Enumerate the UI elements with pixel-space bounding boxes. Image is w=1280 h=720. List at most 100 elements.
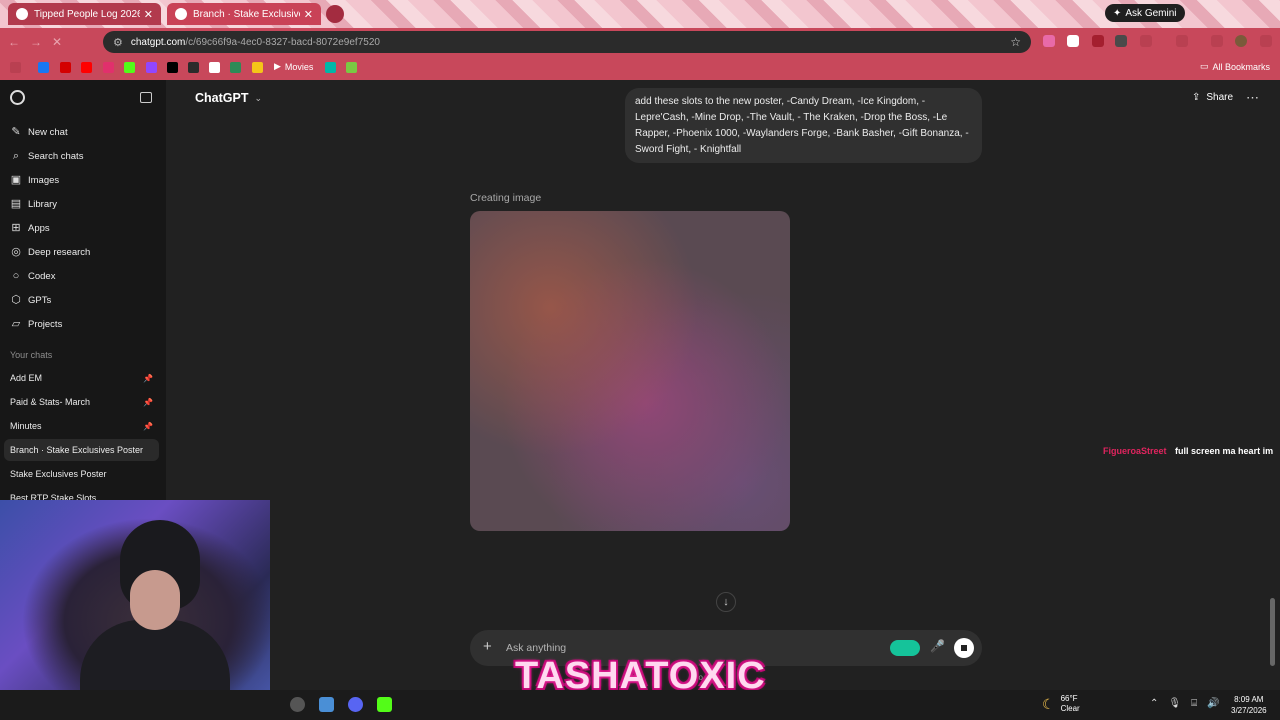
url-path: /c/69c66f9a-4ec0-8327-bacd-8072e9ef7520: [185, 36, 380, 48]
search-icon: ⌕: [12, 150, 20, 162]
model-name: ChatGPT: [195, 91, 249, 105]
sidebar-item-images[interactable]: ▣ Images: [10, 170, 59, 190]
clock-date: 3/27/2026: [1231, 706, 1267, 715]
scroll-down-button[interactable]: ↓: [716, 592, 736, 612]
sidebar-item-label: Search chats: [28, 150, 84, 162]
generated-image-placeholder: [470, 211, 790, 531]
tab-tipped-people-log[interactable]: Tipped People Log 2026 ✕: [8, 3, 161, 25]
codex-icon: ○: [12, 270, 20, 282]
bookmark-star-icon[interactable]: ☆: [1010, 35, 1021, 49]
chevron-up-icon[interactable]: ⌃: [1150, 698, 1158, 709]
extension-icon[interactable]: [1043, 35, 1055, 47]
menu-icon[interactable]: [1260, 35, 1272, 47]
share-button[interactable]: ⇪ Share: [1192, 92, 1233, 103]
chat-item-label: Stake Exclusives Poster: [10, 469, 107, 479]
back-icon[interactable]: ←: [8, 35, 20, 49]
discord-icon[interactable]: [348, 697, 363, 712]
kick-icon[interactable]: [377, 697, 392, 712]
tab-label: Tipped People Log 2026: [34, 8, 140, 20]
sidebar-item-apps[interactable]: ⊞ Apps: [10, 218, 49, 238]
extension-icon[interactable]: [1067, 35, 1079, 47]
downloads-icon[interactable]: [1211, 35, 1223, 47]
sidebar-item-projects[interactable]: ▱ Projects: [10, 314, 63, 334]
sidebar-item-search-chats[interactable]: ⌕ Search chats: [10, 146, 84, 166]
sidebar-item-library[interactable]: ▤ Library: [10, 194, 57, 214]
extension-icon[interactable]: [1140, 35, 1152, 47]
chat-username: FigueroaStreet: [1103, 446, 1167, 456]
stop-generating-button[interactable]: [954, 638, 974, 658]
close-icon[interactable]: ✕: [144, 8, 153, 21]
microphone-icon[interactable]: 🎤: [930, 639, 945, 653]
extension-icon[interactable]: [1092, 35, 1104, 47]
sidebar-toggle-icon[interactable]: [140, 92, 152, 103]
chat-item-add-em[interactable]: Add EM 📌: [4, 367, 159, 389]
chat-item-branch-stake-exclusives[interactable]: Branch · Stake Exclusives Poster: [4, 439, 159, 461]
chat-item-minutes[interactable]: Minutes 📌: [4, 415, 159, 437]
site-info-icon[interactable]: ⚙: [113, 36, 123, 49]
sidebar-item-codex[interactable]: ○ Codex: [10, 266, 56, 286]
folder-icon: ▱: [11, 318, 21, 330]
your-chats-heading: Your chats: [10, 350, 53, 360]
chat-item-paid-stats[interactable]: Paid & Stats- March 📌: [4, 391, 159, 413]
edit-icon: ✎: [11, 126, 21, 138]
bookmark-icon[interactable]: [325, 62, 336, 73]
apps-grid-icon[interactable]: [10, 62, 21, 73]
sidebar-item-label: Library: [28, 198, 58, 210]
bookmark-icon[interactable]: [252, 62, 263, 73]
pin-icon: 📌: [143, 397, 153, 407]
bookmark-movies[interactable]: ▶ Movies: [274, 61, 313, 72]
notepad-icon[interactable]: [319, 697, 334, 712]
extension-icon[interactable]: [1115, 35, 1127, 47]
sidebar-item-new-chat[interactable]: ✎ New chat: [10, 122, 67, 142]
telescope-icon: ◎: [11, 246, 21, 258]
address-bar-row: ← → ✕ ⚙ chatgpt.com /c/69c66f9a-4ec0-832…: [0, 28, 1280, 56]
bookmark-icon[interactable]: [209, 62, 220, 73]
clock[interactable]: 8:09 AM 3/27/2026: [1231, 694, 1267, 716]
youtube-icon[interactable]: [81, 62, 92, 73]
extension-icon[interactable]: [1176, 35, 1188, 47]
chevron-down-icon: ⌄: [254, 92, 263, 103]
more-options-icon[interactable]: ⋯: [1246, 90, 1259, 106]
tab-branch-stake-exclusives[interactable]: Branch · Stake Exclusives Poster ✕: [167, 3, 321, 25]
microphone-icon[interactable]: 🎙: [1168, 698, 1181, 709]
chat-item-label: Minutes: [10, 421, 42, 431]
ask-gemini-button[interactable]: ✦ Ask Gemini: [1105, 4, 1185, 22]
bookmark-icon[interactable]: [346, 62, 357, 73]
kick-icon[interactable]: [124, 62, 135, 73]
model-selector[interactable]: ChatGPT ⌄: [195, 91, 262, 105]
instagram-icon[interactable]: [103, 62, 114, 73]
omnibox[interactable]: ⚙ chatgpt.com /c/69c66f9a-4ec0-8327-bacd…: [103, 31, 1031, 53]
all-bookmarks[interactable]: ▭ All Bookmarks: [1200, 61, 1270, 72]
prompt-input[interactable]: [506, 640, 886, 656]
app-icon[interactable]: [290, 697, 305, 712]
plus-icon[interactable]: +: [483, 638, 492, 655]
reload-icon[interactable]: ✕: [52, 35, 62, 49]
url-host: chatgpt.com: [130, 36, 186, 48]
weather-widget[interactable]: ☾ 66°F Clear: [1042, 694, 1080, 714]
grammarly-icon[interactable]: [890, 640, 920, 656]
profile-avatar[interactable]: [1235, 35, 1247, 47]
clock-time: 8:09 AM: [1234, 695, 1264, 704]
twitch-icon[interactable]: [146, 62, 157, 73]
volume-icon[interactable]: 🔊: [1207, 698, 1219, 709]
bookmark-icon[interactable]: [188, 62, 199, 73]
network-icon[interactable]: ⌸: [1191, 698, 1197, 709]
weather-condition: Clear: [1060, 704, 1080, 713]
forward-icon[interactable]: →: [30, 35, 42, 49]
scrollbar[interactable]: [1270, 598, 1275, 666]
sidebar-item-deep-research[interactable]: ◎ Deep research: [10, 242, 90, 262]
x-icon[interactable]: [167, 62, 178, 73]
chat-item-stake-exclusives[interactable]: Stake Exclusives Poster: [4, 463, 159, 485]
new-tab-button[interactable]: [326, 5, 344, 23]
all-bookmarks-label: All Bookmarks: [1212, 61, 1270, 72]
openai-logo-icon[interactable]: [10, 90, 25, 105]
sidebar-item-gpts[interactable]: ⬡ GPTs: [10, 290, 51, 310]
moon-icon: ☾: [1042, 695, 1055, 712]
bookmark-icon[interactable]: [230, 62, 241, 73]
share-label: Share: [1206, 92, 1234, 103]
sidebar-item-label: GPTs: [28, 294, 52, 306]
close-icon[interactable]: ✕: [304, 8, 313, 21]
webcam-overlay: [0, 500, 270, 720]
facebook-icon[interactable]: [38, 62, 49, 73]
bookmark-icon[interactable]: [60, 62, 71, 73]
